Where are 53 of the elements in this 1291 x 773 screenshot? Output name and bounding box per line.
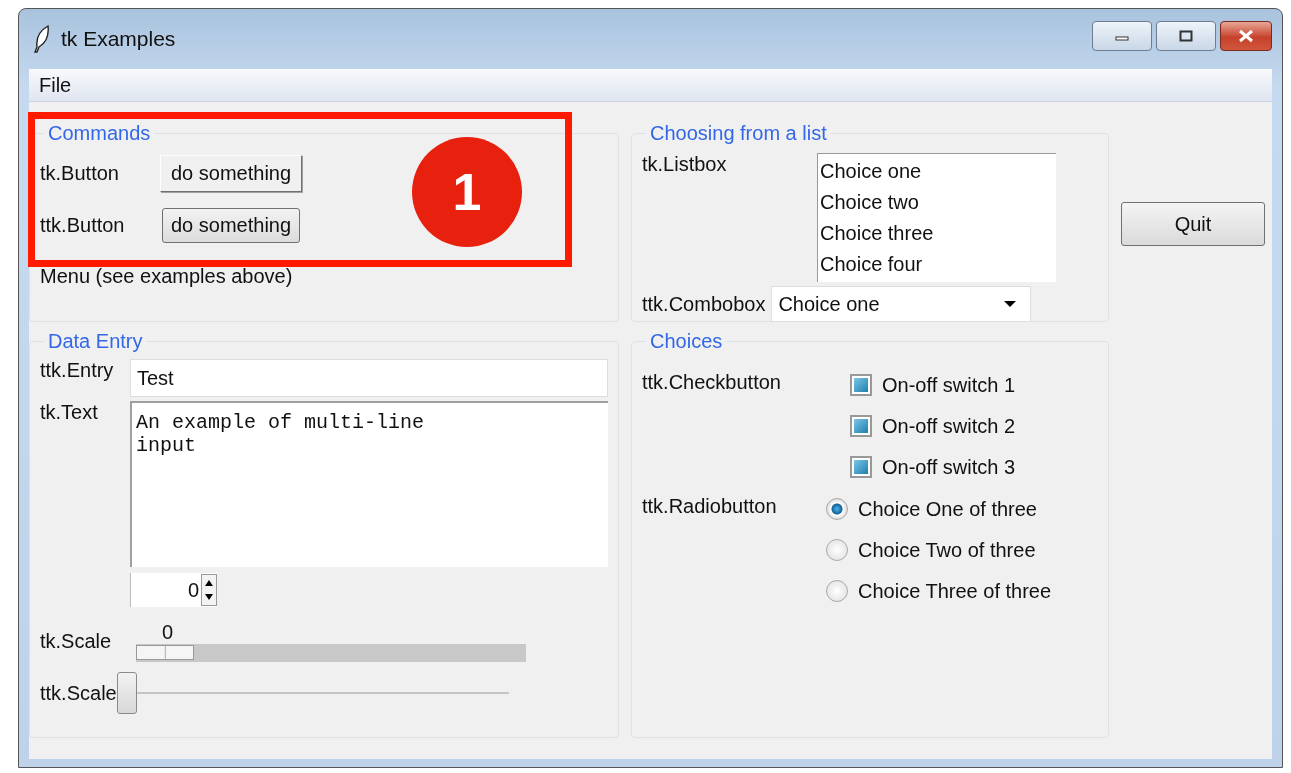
checkbutton[interactable]: On-off switch 3: [850, 453, 1098, 481]
window-title: tk Examples: [61, 27, 176, 51]
combobox[interactable]: Choice one: [771, 286, 1032, 322]
quit-button[interactable]: Quit: [1121, 202, 1265, 246]
radio-circle[interactable]: [826, 498, 848, 520]
panel-title: Commands: [47, 122, 152, 145]
entry-field[interactable]: Test: [130, 359, 608, 397]
spin-arrows-icon: [201, 574, 217, 606]
radio-circle[interactable]: [826, 539, 848, 561]
listbox[interactable]: Choice one Choice two Choice three Choice four: [817, 153, 1056, 282]
widget-label: ttk.Radiobutton: [642, 495, 778, 519]
close-icon: [1237, 29, 1255, 43]
widget-label: ttk.Entry: [40, 359, 115, 382]
scale-thumb[interactable]: [116, 672, 137, 714]
scale-reading: 0: [162, 621, 175, 644]
menu-note: Menu (see examples above): [40, 265, 294, 288]
close-button[interactable]: [1220, 21, 1272, 51]
widget-label: tk.Button: [40, 161, 120, 185]
maximize-button[interactable]: [1156, 21, 1216, 51]
radiobutton[interactable]: Choice One of three: [818, 495, 1098, 523]
list-item[interactable]: Choice four: [820, 249, 1056, 280]
panel-title: Choices: [649, 330, 724, 353]
radiobutton[interactable]: Choice Two of three: [818, 536, 1098, 564]
do-something-button[interactable]: do something: [160, 154, 303, 192]
radiobutton[interactable]: Choice Three of three: [818, 577, 1098, 605]
checkbutton[interactable]: On-off switch 1: [850, 371, 1098, 399]
panel-title: Data Entry: [47, 330, 144, 353]
dropdown-caret-icon: [1004, 300, 1017, 308]
feather-icon: [33, 25, 51, 53]
checkbox[interactable]: [850, 456, 872, 478]
maximize-icon: [1179, 30, 1193, 42]
widget-label: tk.Text: [40, 401, 99, 424]
scale-track[interactable]: [136, 644, 526, 662]
spinbox[interactable]: 0: [130, 573, 217, 607]
radio-circle[interactable]: [826, 580, 848, 602]
widget-label: ttk.Button: [40, 213, 126, 237]
widget-label: tk.Listbox: [642, 153, 728, 176]
widget-label: ttk.Checkbutton: [642, 371, 782, 395]
minimize-button[interactable]: [1092, 21, 1152, 51]
widget-label: tk.Scale: [40, 630, 113, 653]
list-item[interactable]: Choice three: [820, 218, 1056, 249]
widget-label: ttk.Scale: [40, 681, 117, 705]
menu-item[interactable]: File: [35, 73, 76, 97]
scale-thumb[interactable]: [136, 645, 194, 660]
list-item[interactable]: Choice one: [820, 156, 1056, 187]
do-something-button[interactable]: do something: [162, 207, 301, 243]
panel-title: Choosing from a list: [649, 122, 828, 145]
checkbutton[interactable]: On-off switch 2: [850, 412, 1098, 440]
text-area[interactable]: An example of multi-line input: [130, 401, 608, 567]
list-item[interactable]: Choice two: [820, 187, 1056, 218]
widget-label: ttk.Combobox: [642, 292, 766, 316]
checkbox[interactable]: [850, 374, 872, 396]
checkbox[interactable]: [850, 415, 872, 437]
